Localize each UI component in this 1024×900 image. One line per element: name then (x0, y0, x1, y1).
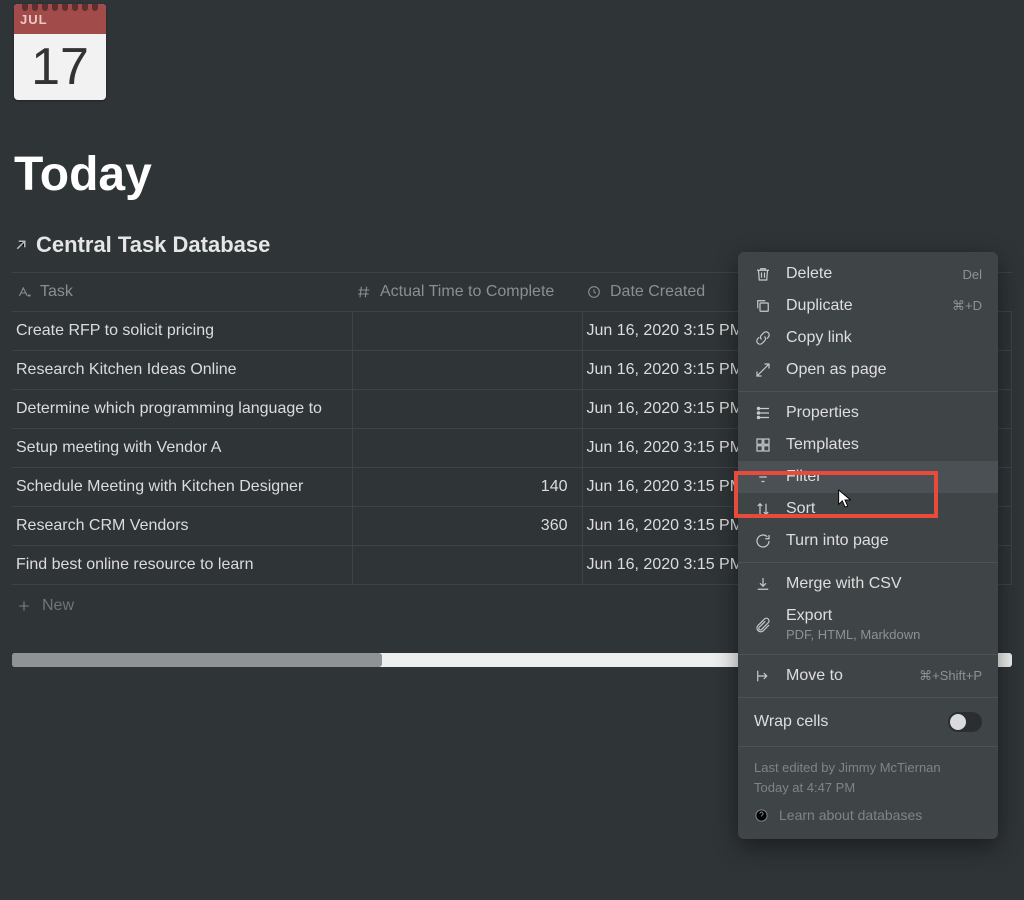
move-icon (754, 667, 772, 685)
cursor-pointer-icon (836, 488, 854, 510)
menu-export[interactable]: Export PDF, HTML, Markdown (738, 600, 998, 649)
properties-icon (754, 404, 772, 422)
number-property-icon (356, 284, 372, 300)
menu-filter[interactable]: Filter (738, 461, 998, 493)
cell-task[interactable]: Determine which programming language to (12, 390, 352, 429)
cell-actual-time[interactable] (352, 429, 582, 468)
cell-task[interactable]: Schedule Meeting with Kitchen Designer (12, 468, 352, 507)
menu-merge-csv[interactable]: Merge with CSV (738, 568, 998, 600)
menu-move-to[interactable]: Move to ⌘+Shift+P (738, 660, 998, 692)
menu-properties[interactable]: Properties (738, 397, 998, 429)
menu-copy-link[interactable]: Copy link (738, 322, 998, 354)
database-title: Central Task Database (36, 232, 270, 258)
menu-sort[interactable]: Sort (738, 493, 998, 525)
filter-icon (754, 468, 772, 486)
calendar-icon: JUL 17 (14, 4, 106, 100)
download-icon (754, 575, 772, 593)
cell-task[interactable]: Find best online resource to learn (12, 546, 352, 585)
duplicate-icon (754, 297, 772, 315)
arrow-upper-right-icon (12, 236, 30, 254)
cell-actual-time[interactable] (352, 390, 582, 429)
cell-task[interactable]: Research CRM Vendors (12, 507, 352, 546)
paperclip-icon (754, 616, 772, 634)
help-icon (754, 808, 769, 823)
learn-link[interactable]: Learn about databases (738, 799, 998, 833)
expand-icon (754, 361, 772, 379)
trash-icon (754, 265, 772, 283)
menu-wrap-cells[interactable]: Wrap cells (738, 703, 998, 741)
refresh-icon (754, 532, 772, 550)
cell-actual-time[interactable] (352, 546, 582, 585)
cell-actual-time[interactable]: 360 (352, 507, 582, 546)
menu-duplicate[interactable]: Duplicate ⌘+D (738, 290, 998, 322)
templates-icon (754, 436, 772, 454)
menu-templates[interactable]: Templates (738, 429, 998, 461)
cell-actual-time[interactable] (352, 351, 582, 390)
page-title: Today (14, 147, 1012, 202)
menu-turn-into-page[interactable]: Turn into page (738, 525, 998, 557)
last-edited-info: Last edited by Jimmy McTiernan Today at … (738, 752, 998, 799)
col-header-task[interactable]: Task (12, 273, 352, 312)
plus-icon (16, 598, 32, 614)
scrollbar-thumb[interactable] (12, 653, 382, 667)
menu-delete[interactable]: Delete Del (738, 258, 998, 290)
sort-icon (754, 500, 772, 518)
text-property-icon (16, 284, 32, 300)
cell-task[interactable]: Setup meeting with Vendor A (12, 429, 352, 468)
calendar-month: JUL (20, 12, 48, 27)
col-header-actual-time[interactable]: Actual Time to Complete (352, 273, 582, 312)
calendar-day: 17 (14, 34, 106, 100)
cell-task[interactable]: Create RFP to solicit pricing (12, 312, 352, 351)
menu-open-as-page[interactable]: Open as page (738, 354, 998, 386)
clock-icon (586, 284, 602, 300)
cell-actual-time[interactable] (352, 312, 582, 351)
link-icon (754, 329, 772, 347)
wrap-cells-toggle[interactable] (948, 712, 982, 732)
cell-task[interactable]: Research Kitchen Ideas Online (12, 351, 352, 390)
cell-actual-time[interactable]: 140 (352, 468, 582, 507)
context-menu: Delete Del Duplicate ⌘+D Copy link Open … (738, 252, 998, 839)
